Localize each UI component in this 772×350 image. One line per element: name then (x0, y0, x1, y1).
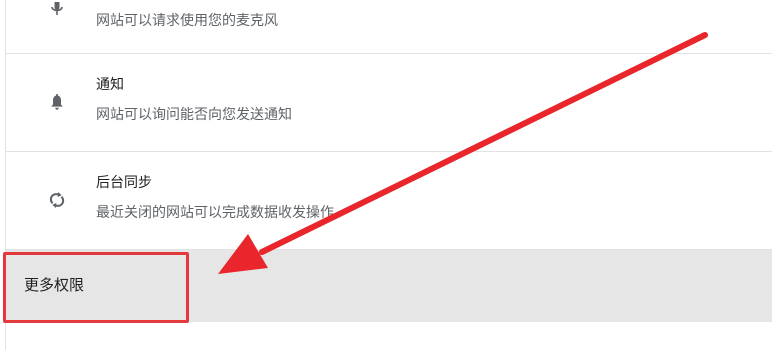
more-permissions-row[interactable]: 更多权限 (6, 250, 772, 322)
notifications-description: 网站可以询问能否向您发送通知 (96, 107, 292, 123)
notifications-title: 通知 (96, 77, 124, 93)
background-sync-description: 最近关闭的网站可以完成数据收发操作 (96, 205, 334, 221)
background-sync-title: 后台同步 (96, 175, 152, 191)
site-settings-page: 网站可以请求使用您的麦克风 通知 网站可以询问能否向您发送通知 后台同步 最近关… (0, 0, 772, 350)
bell-icon (46, 91, 68, 113)
permission-row-notifications[interactable]: 通知 网站可以询问能否向您发送通知 (6, 54, 772, 152)
permission-row-microphone[interactable]: 网站可以请求使用您的麦克风 (6, 0, 772, 54)
more-permissions-label: 更多权限 (24, 276, 85, 294)
microphone-icon (46, 0, 68, 22)
permission-row-background-sync[interactable]: 后台同步 最近关闭的网站可以完成数据收发操作 (6, 152, 772, 250)
sync-icon (46, 189, 68, 211)
microphone-description: 网站可以请求使用您的麦克风 (96, 13, 278, 29)
